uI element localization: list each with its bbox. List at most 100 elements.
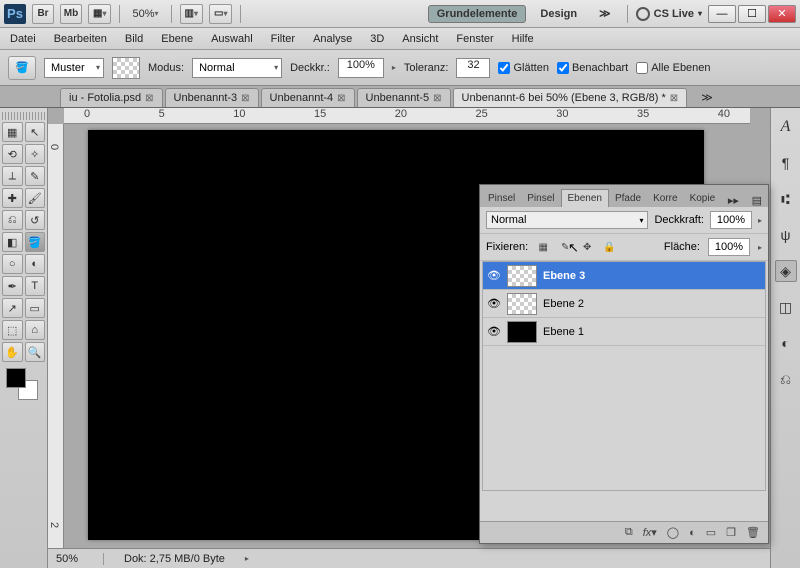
clone-panel-icon[interactable]: ◫ xyxy=(775,296,797,318)
heal-tool[interactable]: ✚ xyxy=(2,188,23,208)
layer-thumb[interactable] xyxy=(507,293,537,315)
new-layer-icon[interactable]: ❐ xyxy=(726,526,736,539)
path-tool[interactable]: ↗ xyxy=(2,298,23,318)
panel-tab[interactable]: Pfade xyxy=(609,190,647,207)
menu-bild[interactable]: Bild xyxy=(125,33,143,45)
menu-fenster[interactable]: Fenster xyxy=(456,33,493,45)
minimize-button[interactable]: — xyxy=(708,5,736,23)
trash-icon[interactable]: 🗑 xyxy=(746,526,760,539)
brush-tool[interactable]: 🖌 xyxy=(25,188,46,208)
file-tab[interactable]: iu - Fotolia.psd⊠ xyxy=(60,88,163,107)
close-icon[interactable]: ⊠ xyxy=(433,93,441,104)
close-icon[interactable]: ⊠ xyxy=(670,93,678,104)
menu-ansicht[interactable]: Ansicht xyxy=(402,33,438,45)
lasso-tool[interactable]: ⟲ xyxy=(2,144,23,164)
char-panel-icon[interactable]: A xyxy=(775,116,797,138)
wand-tool[interactable]: ✧ xyxy=(25,144,46,164)
lock-all-icon[interactable]: 🔒 xyxy=(602,240,616,254)
bucket-tool-icon[interactable]: 🪣 xyxy=(8,56,36,80)
layer-name[interactable]: Ebene 2 xyxy=(543,298,761,310)
dodge-tool[interactable]: ◐ xyxy=(25,254,46,274)
eye-icon[interactable]: 👁 xyxy=(487,269,501,283)
lock-move-icon[interactable]: ✥ xyxy=(580,240,594,254)
file-tab-active[interactable]: Unbenannt-6 bei 50% (Ebene 3, RGB/8) *⊠ xyxy=(453,88,688,107)
opacity-input[interactable]: 100% xyxy=(710,211,752,229)
menu-analyse[interactable]: Analyse xyxy=(313,33,352,45)
panel-menu-icon[interactable]: ▤ xyxy=(746,194,768,207)
glatten-checkbox[interactable]: Glätten xyxy=(498,62,548,74)
channels-panel-icon[interactable]: ⑆ xyxy=(775,188,797,210)
layer-row[interactable]: 👁 Ebene 1 xyxy=(483,318,765,346)
layer-row[interactable]: 👁 Ebene 2 xyxy=(483,290,765,318)
pen-tool[interactable]: ✒ xyxy=(2,276,23,296)
fill-input[interactable]: 100% xyxy=(708,238,750,256)
layer-thumb[interactable] xyxy=(507,265,537,287)
benachbart-checkbox[interactable]: Benachbart xyxy=(557,62,628,74)
layer-row[interactable]: 👁 Ebene 3 xyxy=(483,262,765,290)
workspace-design[interactable]: Design xyxy=(532,6,585,22)
camera-tool[interactable]: ⌂ xyxy=(25,320,46,340)
file-tab[interactable]: Unbenannt-5⊠ xyxy=(357,88,451,107)
panel-tab[interactable]: Korre xyxy=(647,190,683,207)
workspace-grundelemente[interactable]: Grundelemente xyxy=(428,5,527,23)
layers-panel-icon[interactable]: ◈ xyxy=(775,260,797,282)
minibridge-button[interactable]: Mb xyxy=(60,4,82,24)
close-icon[interactable]: ⊠ xyxy=(337,93,345,104)
layout-dropdown[interactable]: ▦ xyxy=(88,4,111,24)
group-icon[interactable]: ▭ xyxy=(706,526,716,539)
deckkraft-input[interactable]: 100% xyxy=(338,58,384,78)
lock-transparent-icon[interactable]: ▦ xyxy=(536,240,550,254)
lock-paint-icon[interactable]: ✎ xyxy=(558,240,572,254)
close-button[interactable]: ✕ xyxy=(768,5,796,23)
crop-tool[interactable]: ⟂ xyxy=(2,166,23,186)
fill-source-dropdown[interactable]: Muster xyxy=(44,58,104,78)
eye-icon[interactable]: 👁 xyxy=(487,297,501,311)
menu-datei[interactable]: Datei xyxy=(10,33,36,45)
cslive-button[interactable]: CS Live ▾ xyxy=(636,7,702,21)
toleranz-input[interactable]: 32 xyxy=(456,58,490,78)
screenmode-dropdown[interactable]: ▭ xyxy=(209,4,232,24)
layer-name[interactable]: Ebene 3 xyxy=(543,270,761,282)
3d-tool[interactable]: ⬚ xyxy=(2,320,23,340)
file-tab[interactable]: Unbenannt-3⊠ xyxy=(165,88,259,107)
fg-bg-swatches[interactable] xyxy=(6,368,38,400)
workspaces-more[interactable]: ≫ xyxy=(591,5,619,22)
blend-mode-dropdown[interactable]: Normal xyxy=(486,211,648,229)
type-tool[interactable]: T xyxy=(25,276,46,296)
hand-tool[interactable]: ✋ xyxy=(2,342,23,362)
layer-name[interactable]: Ebene 1 xyxy=(543,326,761,338)
arrow-tool[interactable]: ↖ xyxy=(25,122,46,142)
menu-auswahl[interactable]: Auswahl xyxy=(211,33,253,45)
palette-grip[interactable] xyxy=(2,112,45,120)
layer-thumb[interactable] xyxy=(507,321,537,343)
adjustment-icon[interactable]: ◐ xyxy=(689,527,696,539)
menu-filter[interactable]: Filter xyxy=(271,33,295,45)
fg-color[interactable] xyxy=(6,368,26,388)
mask-icon[interactable]: ◯ xyxy=(667,526,679,539)
close-icon[interactable]: ⊠ xyxy=(241,93,249,104)
link-layers-icon[interactable]: ⧉ xyxy=(625,526,633,539)
panel-tab-ebenen[interactable]: Ebenen xyxy=(561,189,609,207)
menu-bearbeiten[interactable]: Bearbeiten xyxy=(54,33,107,45)
status-zoom[interactable]: 50% xyxy=(56,553,104,565)
ruler-horizontal[interactable]: 0510152025303540 xyxy=(64,108,750,124)
zoom-tool[interactable]: 🔍 xyxy=(25,342,46,362)
panel-tab[interactable]: Kopie xyxy=(684,190,722,207)
links-panel-icon[interactable]: ψ xyxy=(775,224,797,246)
menu-ebene[interactable]: Ebene xyxy=(161,33,193,45)
close-icon[interactable]: ⊠ xyxy=(145,93,153,104)
menu-hilfe[interactable]: Hilfe xyxy=(512,33,534,45)
shape-tool[interactable]: ▭ xyxy=(25,298,46,318)
styles-panel-icon[interactable]: ⎌ xyxy=(775,368,797,390)
modus-dropdown[interactable]: Normal xyxy=(192,58,282,78)
blur-tool[interactable]: ○ xyxy=(2,254,23,274)
eye-icon[interactable]: 👁 xyxy=(487,325,501,339)
file-tab[interactable]: Unbenannt-4⊠ xyxy=(261,88,355,107)
maximize-button[interactable]: ☐ xyxy=(738,5,766,23)
menu-3d[interactable]: 3D xyxy=(370,33,384,45)
move-tool[interactable]: ▦ xyxy=(2,122,23,142)
panel-more[interactable]: ▸▸ xyxy=(722,194,745,207)
fx-icon[interactable]: fx▾ xyxy=(643,526,657,539)
history-tool[interactable]: ↺ xyxy=(25,210,46,230)
bridge-button[interactable]: Br xyxy=(32,4,54,24)
